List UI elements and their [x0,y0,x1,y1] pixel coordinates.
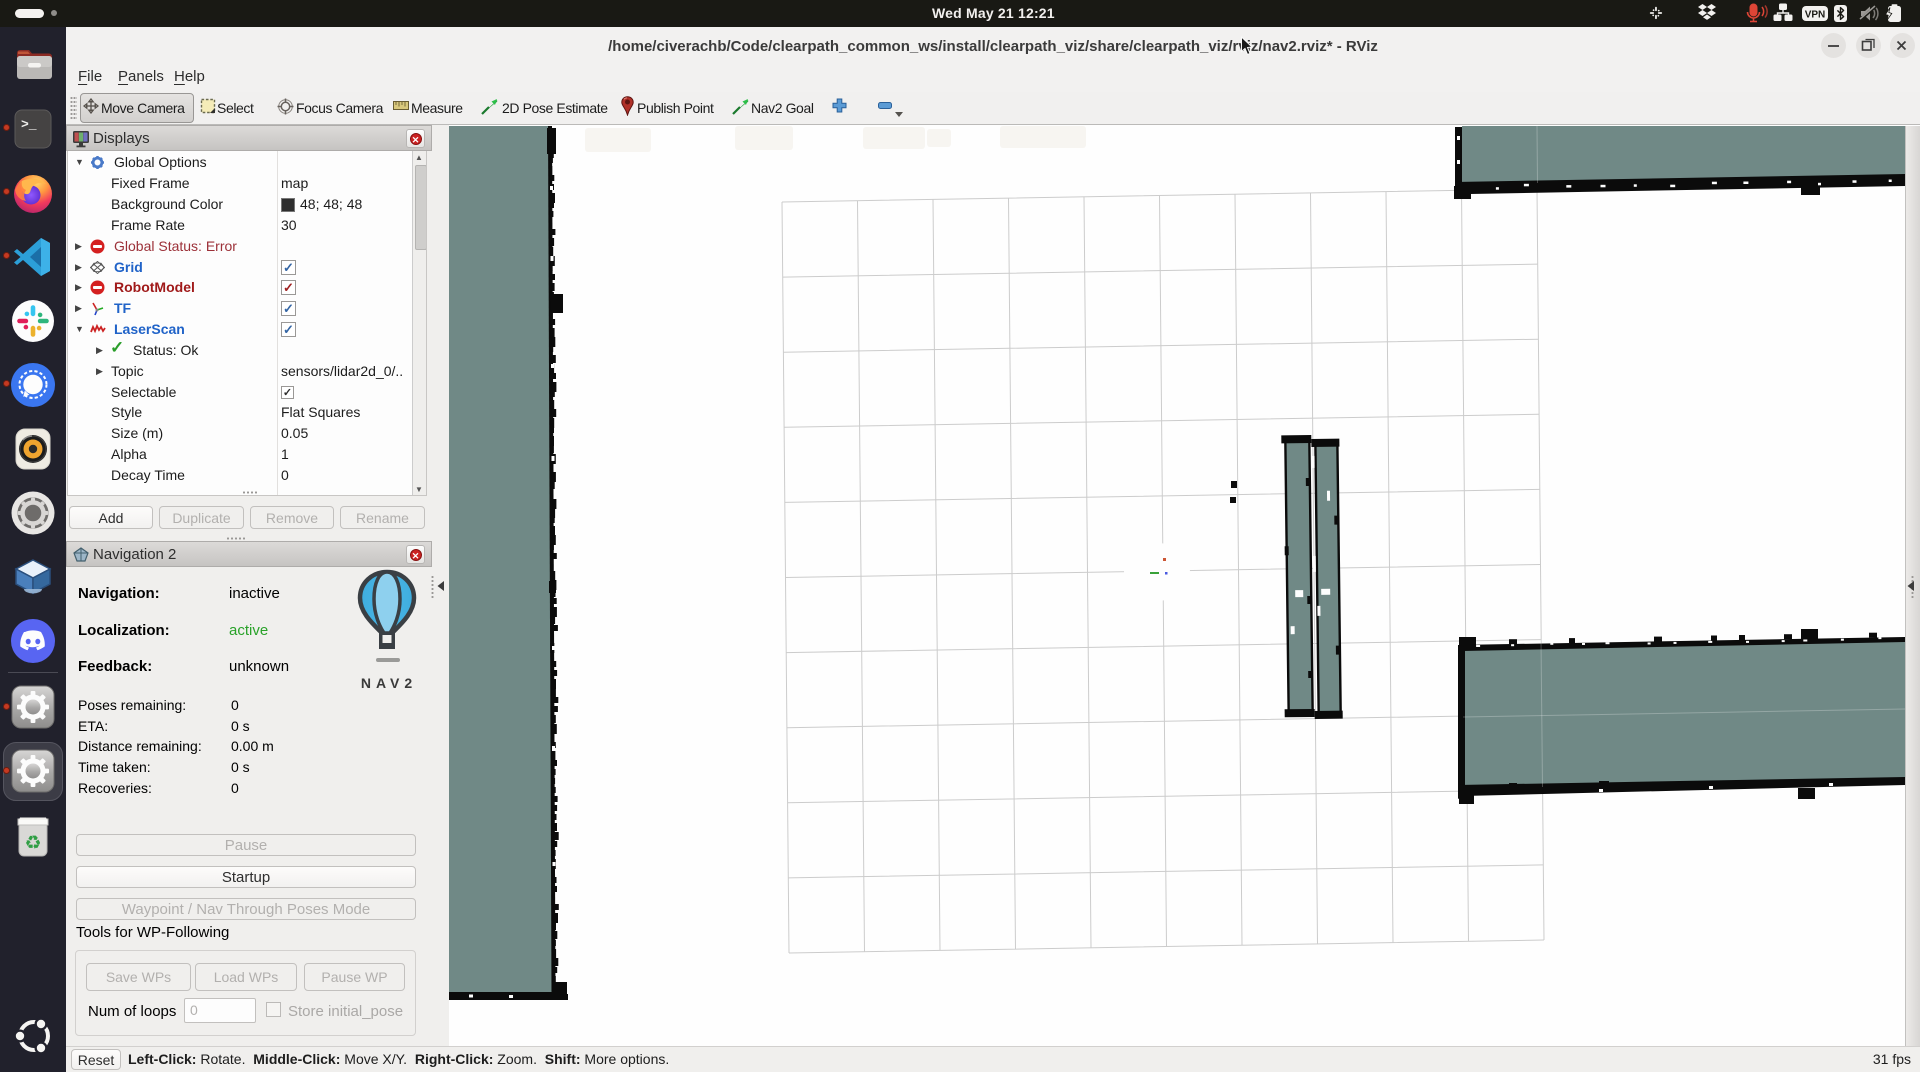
svg-text:VPN: VPN [1805,10,1826,21]
svg-text:>_: >_ [21,117,37,132]
svg-text:♻: ♻ [24,833,41,854]
